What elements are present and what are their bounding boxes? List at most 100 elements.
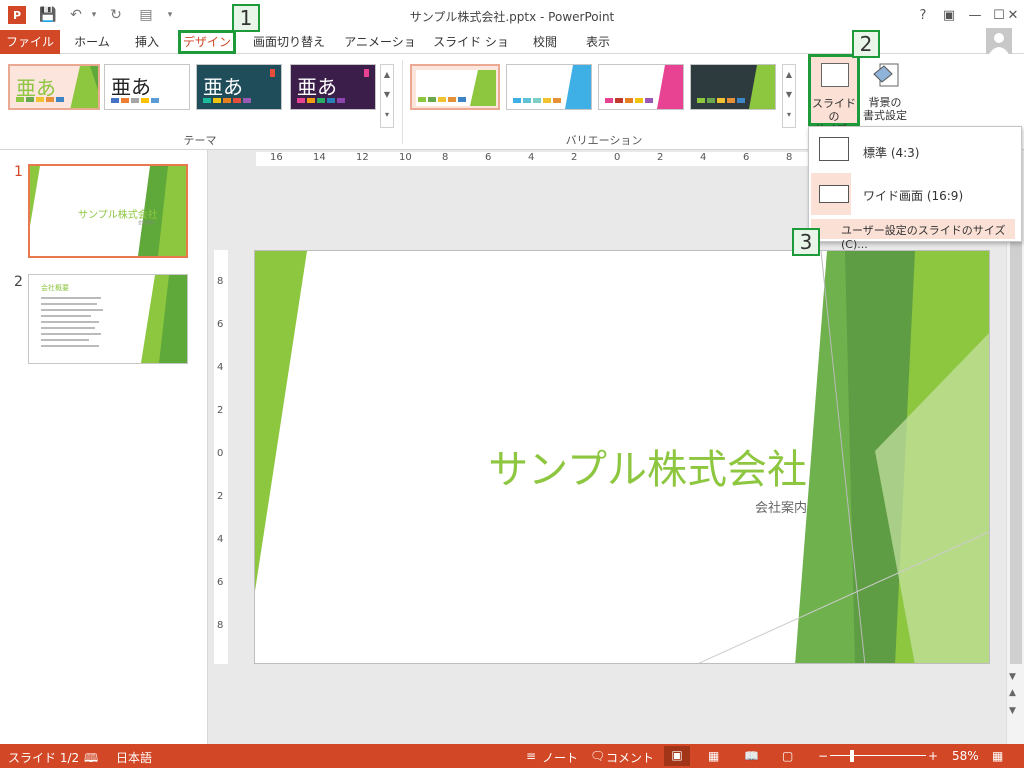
comments-icon: 🗨: [590, 749, 606, 763]
slide-thumb-title: サンプル株式会社: [78, 210, 158, 221]
variations-group-label: バリエーション: [565, 134, 643, 147]
tab-design[interactable]: デザイン: [178, 30, 236, 54]
tab-review[interactable]: 校閲: [526, 30, 564, 54]
user-avatar[interactable]: [986, 28, 1012, 54]
tab-animations[interactable]: アニメーション: [342, 30, 418, 73]
tab-file[interactable]: ファイル: [0, 30, 60, 54]
ruler-tick-label: 14: [313, 152, 326, 163]
tab-transitions[interactable]: 画面切り替え: [250, 30, 328, 54]
slide-title[interactable]: サンプル株式会社: [477, 437, 807, 495]
fit-to-window-icon[interactable]: ▦: [992, 749, 1003, 763]
standard-size-icon: [819, 137, 849, 161]
theme-thumbnail-ion[interactable]: 亜あ: [196, 64, 282, 110]
slide-thumbnail-pane: 1 サンプル株式会社 会社案内 2 会社概要: [0, 150, 208, 744]
ruler-tick-label: 2: [657, 152, 664, 163]
ruler-tick-label: 2: [571, 152, 578, 163]
comments-button[interactable]: コメント: [606, 749, 654, 766]
slideshow-view-icon[interactable]: ▢: [782, 749, 793, 763]
title-bar: P 💾 ↶ ▾ ↻ ▤ ▾ サンプル株式会社.pptx - PowerPoint…: [0, 0, 1024, 30]
theme-sample-text: 亜あ: [111, 75, 151, 99]
scroll-down-icon[interactable]: ▼: [1009, 672, 1016, 682]
theme-sample-text: 亜あ: [297, 75, 337, 99]
minimize-icon[interactable]: —: [964, 4, 986, 26]
variation-thumbnail-green[interactable]: [410, 64, 500, 110]
callout-3: 3: [792, 228, 820, 256]
slide-thumbnail-2[interactable]: 会社概要: [28, 274, 188, 364]
slide-sorter-icon[interactable]: ▦: [708, 749, 719, 763]
slide-thumb-title: 会社概要: [41, 284, 69, 292]
previous-slide-icon[interactable]: ▲: [1009, 688, 1016, 698]
theme-thumbnail-office[interactable]: 亜あ: [104, 64, 190, 110]
slide-size-dropdown: 標準 (4:3) ワイド画面 (16:9) ユーザー設定のスライドのサイズ(C)…: [808, 126, 1022, 251]
variation-thumbnail-blue[interactable]: [506, 64, 592, 110]
ruler-tick-label: 10: [399, 152, 412, 163]
notes-icon: ≡: [526, 749, 537, 763]
language-indicator[interactable]: 日本語: [116, 749, 152, 766]
variation-thumbnail-pink[interactable]: [598, 64, 684, 110]
slide-size-standard-option[interactable]: 標準 (4:3): [811, 131, 1015, 171]
slide-size-icon: [821, 63, 849, 87]
ruler-tick-label: 0: [614, 152, 621, 163]
ruler-tick-label: 8: [217, 620, 224, 631]
themes-gallery-scroll[interactable]: ▲ ▼ ▾: [380, 64, 394, 128]
zoom-slider-thumb[interactable]: [850, 750, 854, 762]
slide-thumb-subtitle: 会社案内: [138, 220, 154, 225]
ruler-tick-label: 2: [217, 405, 224, 416]
close-icon[interactable]: ✕: [1004, 4, 1022, 26]
zoom-out-icon[interactable]: −: [818, 749, 828, 763]
vertical-ruler[interactable]: 8 6 4 2 0 2 4 6 8: [214, 250, 228, 664]
ruler-tick-label: 4: [528, 152, 535, 163]
themes-group-label: テーマ: [183, 134, 217, 147]
theme-thumbnail-facet[interactable]: 亜あ: [8, 64, 100, 110]
tab-slideshow[interactable]: スライド ショー: [432, 30, 510, 73]
next-slide-icon[interactable]: ▼: [1009, 706, 1016, 716]
tab-insert[interactable]: 挿入: [126, 30, 168, 54]
slide-size-standard-label: 標準 (4:3): [863, 146, 920, 160]
slide-size-button[interactable]: スライドの サイズ ▾: [808, 54, 860, 136]
horizontal-ruler[interactable]: 16 14 12 10 8 6 4 2 0 2 4 6 8: [256, 152, 846, 166]
slide-size-label-line1: スライドの: [812, 97, 856, 123]
ruler-tick-label: 8: [442, 152, 449, 163]
slide-indicator[interactable]: スライド 1/2: [8, 749, 79, 766]
ruler-tick-label: 12: [356, 152, 369, 163]
ruler-tick-label: 6: [485, 152, 492, 163]
zoom-slider-track[interactable]: [830, 755, 926, 756]
ruler-tick-label: 0: [217, 448, 224, 459]
ruler-tick-label: 4: [700, 152, 707, 163]
ruler-tick-label: 6: [217, 577, 224, 588]
custom-slide-size-option[interactable]: ユーザー設定のスライドのサイズ(C)...: [811, 219, 1015, 251]
reading-view-icon[interactable]: 📖: [744, 749, 759, 763]
paint-bucket-icon: [873, 63, 899, 87]
format-background-button[interactable]: 背景の 書式設定: [860, 56, 910, 126]
slide-number: 2: [14, 274, 23, 290]
format-background-label-line1: 背景の: [868, 96, 902, 109]
theme-sample-text: 亜あ: [203, 75, 243, 99]
widescreen-size-icon: [819, 185, 849, 203]
format-background-label-line2: 書式設定: [863, 109, 907, 122]
ruler-tick-label: 6: [217, 319, 224, 330]
main-slide[interactable]: サンプル株式会社 会社案内: [254, 250, 990, 664]
variation-thumbnail-dark[interactable]: [690, 64, 776, 110]
slide-subtitle[interactable]: 会社案内: [657, 497, 807, 516]
status-bar: スライド 1/2 🕮 日本語 ≡ ノート 🗨 コメント ▣ ▦ 📖 ▢ − + …: [0, 744, 1024, 768]
zoom-in-icon[interactable]: +: [928, 749, 938, 763]
spelling-icon[interactable]: 🕮: [84, 749, 98, 770]
variations-gallery-scroll[interactable]: ▲ ▼ ▾: [782, 64, 796, 128]
ruler-tick-label: 2: [217, 491, 224, 502]
slide-number: 1: [14, 164, 23, 180]
tab-view[interactable]: 表示: [578, 30, 618, 54]
normal-view-icon[interactable]: ▣: [664, 746, 690, 766]
slide-size-widescreen-option[interactable]: ワイド画面 (16:9): [811, 173, 1015, 215]
ribbon-display-options-icon[interactable]: ▣: [938, 4, 960, 26]
notes-button[interactable]: ノート: [542, 749, 578, 766]
ruler-tick-label: 16: [270, 152, 283, 163]
group-divider: [402, 60, 403, 144]
slide-thumbnail-1[interactable]: サンプル株式会社 会社案内: [28, 164, 188, 258]
tab-home[interactable]: ホーム: [66, 30, 118, 54]
callout-1: 1: [232, 4, 260, 32]
slide-size-widescreen-label: ワイド画面 (16:9): [863, 189, 964, 203]
theme-thumbnail-organic[interactable]: 亜あ: [290, 64, 376, 110]
zoom-level[interactable]: 58%: [952, 749, 979, 763]
window-title: サンプル株式会社.pptx - PowerPoint: [409, 10, 615, 24]
help-icon[interactable]: ?: [912, 4, 934, 26]
